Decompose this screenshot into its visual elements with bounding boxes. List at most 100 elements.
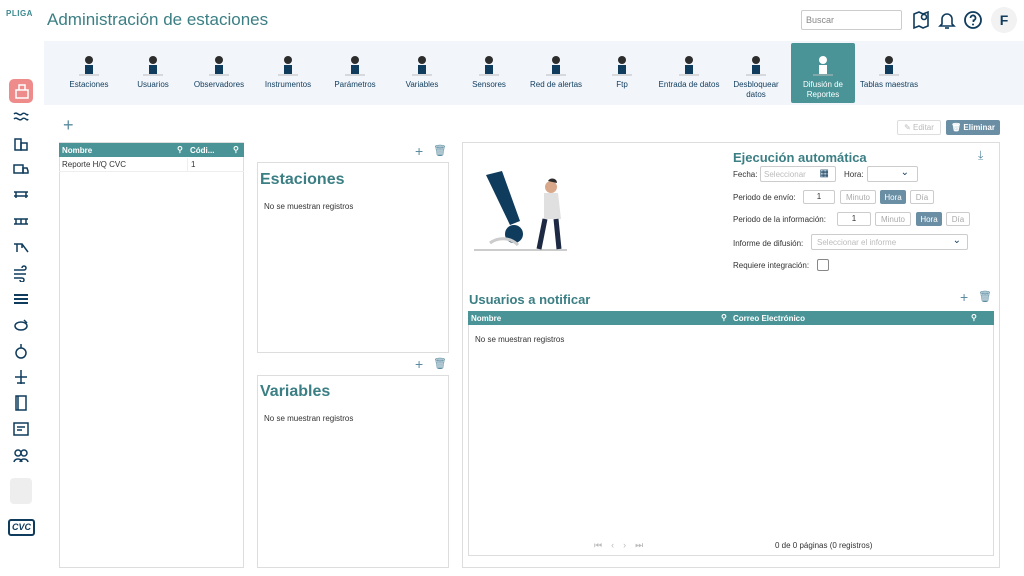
envio-label: Periodo de envío:: [733, 193, 796, 202]
bell-icon[interactable]: [937, 10, 957, 30]
tower-icon[interactable]: [13, 82, 31, 100]
nav-item-10[interactable]: Entrada de datos: [657, 43, 721, 103]
nav-item-7[interactable]: Sensores: [457, 43, 521, 103]
trash-icon[interactable]: 🗑: [978, 290, 992, 304]
nav-label: Usuarios: [137, 80, 169, 89]
nav-label: Difusión de Reportes: [802, 80, 844, 99]
variables-panel: [257, 375, 449, 568]
observers-icon: [187, 43, 251, 77]
info-minuto-button[interactable]: Minuto: [875, 212, 911, 226]
page-title: Administración de estaciones: [47, 10, 269, 29]
nav-item-2[interactable]: Usuarios: [121, 43, 185, 103]
informe-select[interactable]: Seleccionar el informe ⌄: [811, 234, 968, 250]
nav-item-12[interactable]: Difusión de Reportes: [791, 43, 855, 103]
add-variable-button[interactable]: +: [415, 357, 423, 371]
nav-label: Parámetros: [334, 80, 376, 89]
truck-icon[interactable]: [12, 160, 30, 178]
auto-execution-title: Ejecución automática: [733, 150, 867, 165]
user-avatar[interactable]: F: [991, 7, 1017, 33]
cell-nombre: Reporte H/Q CVC: [62, 160, 127, 169]
nav-item-4[interactable]: Instrumentos: [256, 43, 320, 103]
nav-item-5[interactable]: Parámetros: [323, 43, 387, 103]
plane-icon[interactable]: [12, 368, 30, 386]
pager-summary: 0 de 0 páginas (0 registros): [775, 541, 873, 550]
nav-item-8[interactable]: Red de alertas: [524, 43, 588, 103]
nav-item-6[interactable]: Variables: [390, 43, 454, 103]
disabled-app-icon: [10, 478, 32, 504]
report-broadcast-icon: [791, 43, 855, 77]
hora-select[interactable]: ⌄: [867, 166, 918, 182]
fecha-input[interactable]: Seleccionar ▦: [760, 166, 836, 182]
station-icon: [57, 43, 121, 77]
wind-icon[interactable]: [12, 264, 30, 283]
column-header-codigo: Códi...: [190, 146, 215, 155]
nav-label: Observadores: [193, 80, 245, 89]
column-header-nombre: Nombre: [471, 314, 502, 323]
master-tables-icon: [857, 43, 921, 77]
integracion-checkbox[interactable]: [817, 259, 829, 271]
info-input[interactable]: 1: [837, 212, 871, 226]
layers-icon[interactable]: [12, 290, 30, 308]
filter-icon[interactable]: ⚲: [177, 145, 183, 154]
column-header-correo: Correo Electrónico: [733, 314, 806, 323]
table-row[interactable]: Reporte H/Q CVC 1: [59, 158, 244, 172]
book-icon[interactable]: [12, 394, 30, 412]
delete-label: Eliminar: [963, 123, 995, 132]
nav-item-11[interactable]: Desbloquear datos: [724, 43, 788, 103]
exclamation-illustration: [474, 171, 567, 251]
nav-label: Desbloquear datos: [733, 80, 779, 99]
report-icon[interactable]: [12, 420, 30, 438]
download-icon[interactable]: ⤓: [978, 148, 983, 162]
nav-item-13[interactable]: Tablas maestras: [857, 43, 921, 103]
nav-item-9[interactable]: Ftp: [590, 43, 654, 103]
add-usuario-button[interactable]: +: [960, 290, 968, 304]
envio-minuto-button[interactable]: Minuto: [840, 190, 876, 204]
reports-table-header: Nombre ⚲ Códi... ⚲: [59, 143, 244, 157]
fecha-placeholder: Seleccionar: [764, 170, 806, 179]
variables-title: Variables: [260, 383, 331, 400]
info-label: Periodo de la información:: [733, 215, 826, 224]
cell-codigo: 1: [191, 160, 196, 169]
bridge-icon[interactable]: [12, 212, 30, 230]
pot-icon[interactable]: [12, 342, 30, 360]
variables-empty: No se muestran registros: [264, 414, 354, 423]
parameters-icon: [323, 43, 387, 77]
map-icon[interactable]: [911, 10, 931, 30]
edit-button[interactable]: ✎ Editar: [897, 120, 941, 135]
app-logo: PLIGA: [6, 9, 33, 18]
ramp-icon[interactable]: [12, 238, 30, 256]
nav-item-3[interactable]: Observadores: [187, 43, 251, 103]
search-input[interactable]: Buscar: [801, 10, 902, 30]
alerts-network-icon: [524, 43, 588, 77]
nav-label: Tablas maestras: [859, 80, 919, 89]
building-icon[interactable]: [12, 134, 30, 152]
satellite-icon[interactable]: [12, 316, 30, 334]
data-entry-icon: [657, 43, 721, 77]
cvc-logo: CVC: [8, 519, 35, 536]
info-dia-button[interactable]: Día: [946, 212, 970, 226]
filter-icon[interactable]: ⚲: [233, 145, 239, 154]
calendar-icon[interactable]: ▦: [820, 168, 829, 179]
filter-icon[interactable]: ⚲: [971, 313, 977, 322]
add-report-button[interactable]: +: [63, 116, 74, 134]
help-icon[interactable]: [963, 10, 983, 30]
water-icon[interactable]: [12, 108, 30, 126]
pager-controls[interactable]: ⏮‹›⏭: [594, 540, 652, 551]
estaciones-empty: No se muestran registros: [264, 202, 354, 211]
sensors-icon: [457, 43, 521, 77]
trash-icon[interactable]: 🗑: [433, 357, 447, 371]
trash-icon[interactable]: 🗑: [433, 144, 447, 158]
envio-input[interactable]: 1: [803, 190, 835, 204]
envio-dia-button[interactable]: Día: [910, 190, 934, 204]
delete-button[interactable]: 🗑 Eliminar: [946, 120, 1000, 135]
usuarios-table-header: Nombre ⚲ Correo Electrónico ⚲: [468, 311, 994, 325]
info-hora-button[interactable]: Hora: [916, 212, 942, 226]
envio-hora-button[interactable]: Hora: [880, 190, 906, 204]
nav-label: Estaciones: [69, 80, 109, 89]
rack-icon[interactable]: [12, 186, 30, 204]
nav-item-1[interactable]: Estaciones: [57, 43, 121, 103]
filter-icon[interactable]: ⚲: [721, 313, 727, 322]
add-estacion-button[interactable]: +: [415, 144, 423, 158]
informe-label: Informe de difusión:: [733, 239, 804, 248]
people-icon[interactable]: [12, 446, 30, 464]
